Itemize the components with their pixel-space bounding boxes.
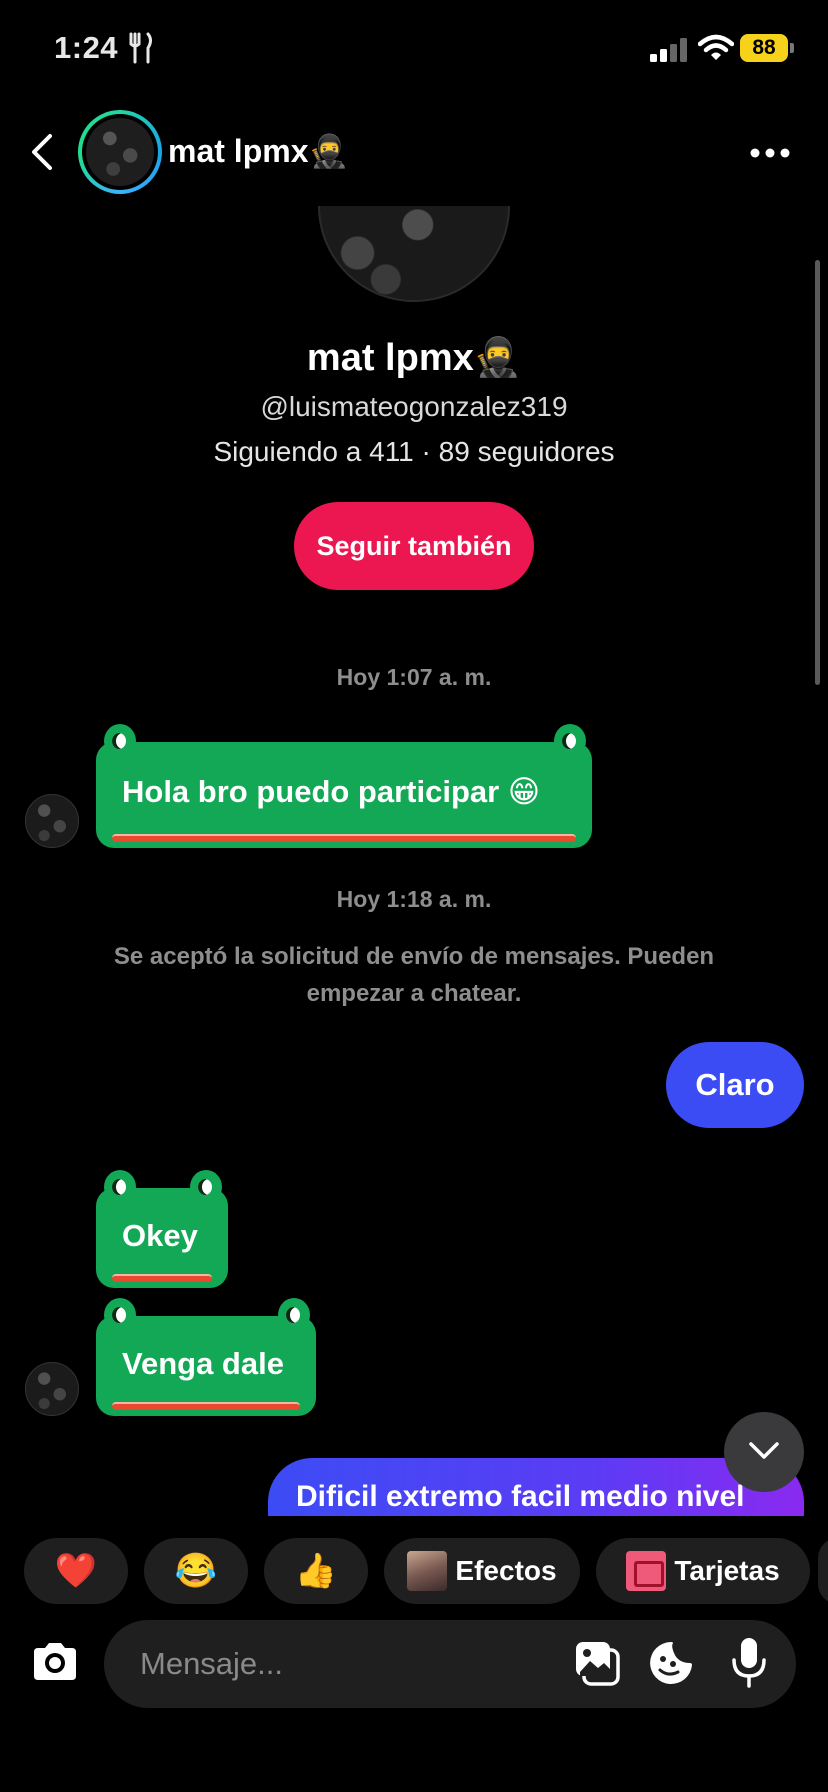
effects-thumbnail-icon	[407, 1551, 448, 1591]
message-timestamp: Hoy 1:07 a. m.	[336, 664, 492, 690]
profile-handle: @luismateogonzalez319	[260, 391, 568, 422]
frog-mouth	[112, 1274, 212, 1282]
fork-knife-icon	[129, 32, 152, 64]
battery-tip	[790, 43, 794, 53]
profile-name: mat lpmx🥷	[306, 337, 522, 379]
status-bar: 1:24 88	[0, 0, 828, 96]
frog-eye-right	[190, 1170, 222, 1204]
wifi-icon	[698, 34, 734, 60]
system-message: Se aceptó la solicitud de envío de mensa…	[113, 943, 715, 1007]
outgoing-message-clip: Dificil extremo facil medio nivel	[268, 1458, 804, 1516]
battery-level: 88	[740, 34, 788, 62]
thumbs-up-icon: 👍	[294, 1552, 338, 1590]
laugh-reaction-chip[interactable]: 😂	[144, 1538, 248, 1604]
sender-avatar[interactable]	[25, 794, 79, 848]
frog-mouth	[112, 834, 576, 842]
camera-icon[interactable]	[30, 1640, 80, 1684]
message-text: Venga dale	[122, 1346, 284, 1381]
cell-signal-icon	[650, 38, 687, 62]
frog-eye-left	[104, 1298, 136, 1332]
frog-eye-left	[104, 724, 136, 758]
outgoing-message-bubble[interactable]: Dificil extremo facil medio nivel	[268, 1458, 804, 1516]
frog-eye-right	[278, 1298, 310, 1332]
incoming-message-bubble[interactable]: Venga dale	[96, 1298, 316, 1416]
profile-stats: Siguiendo a 411 · 89 seguidores	[213, 436, 615, 467]
outgoing-message-bubble[interactable]: Claro	[666, 1042, 804, 1128]
message-input[interactable]: Mensaje...	[104, 1620, 796, 1708]
effects-chip[interactable]: Efectos	[384, 1538, 580, 1604]
back-arrow-icon[interactable]	[28, 132, 60, 172]
more-options-icon[interactable]	[750, 148, 790, 158]
cards-label: Tarjetas	[674, 1555, 780, 1586]
incoming-message-bubble[interactable]: Okey	[96, 1170, 228, 1288]
gift-card-icon	[626, 1551, 667, 1591]
thumbs-up-chip[interactable]: 👍	[264, 1538, 368, 1604]
frog-mouth	[112, 1402, 300, 1410]
sticker-icon[interactable]	[648, 1640, 694, 1686]
message-timestamp: Hoy 1:18 a. m.	[336, 886, 492, 912]
scroll-to-bottom-button[interactable]	[724, 1412, 804, 1492]
heart-reaction-chip[interactable]: ❤️	[24, 1538, 128, 1604]
frog-eye-right	[554, 724, 586, 758]
chat-screen: 1:24 88 mat lpmx🥷 mat lpmx🥷 @luismateogo…	[0, 0, 828, 1792]
cards-chip[interactable]: Tarjetas	[596, 1538, 810, 1604]
scrollbar[interactable]	[815, 260, 820, 685]
profile-picture[interactable]	[318, 206, 510, 302]
effects-label: Efectos	[455, 1555, 557, 1586]
chat-header: mat lpmx🥷	[0, 96, 828, 206]
quick-reply-chips: ❤️ 😂 👍 Efectos Tarjetas	[0, 1536, 828, 1608]
chevron-down-icon	[749, 1442, 779, 1459]
avatar-image	[86, 118, 154, 186]
sender-avatar[interactable]	[25, 1362, 79, 1416]
message-text: Okey	[122, 1218, 198, 1253]
message-placeholder: Mensaje...	[140, 1646, 284, 1681]
header-avatar[interactable]	[78, 110, 162, 194]
header-username[interactable]: mat lpmx🥷	[168, 132, 348, 170]
incoming-message-bubble[interactable]: Hola bro puedo participar 😁	[96, 724, 592, 848]
laughing-emoji-icon: 😂	[174, 1552, 218, 1590]
gallery-icon[interactable]	[574, 1640, 622, 1688]
heart-icon: ❤️	[54, 1552, 98, 1590]
follow-back-button[interactable]: Seguir también	[294, 502, 534, 590]
microphone-icon[interactable]	[730, 1636, 768, 1690]
battery-indicator: 88	[740, 34, 794, 62]
frog-eye-left	[104, 1170, 136, 1204]
more-chip[interactable]	[818, 1538, 828, 1604]
status-time: 1:24	[54, 30, 119, 65]
message-text: Hola bro puedo participar 😁	[122, 774, 541, 809]
